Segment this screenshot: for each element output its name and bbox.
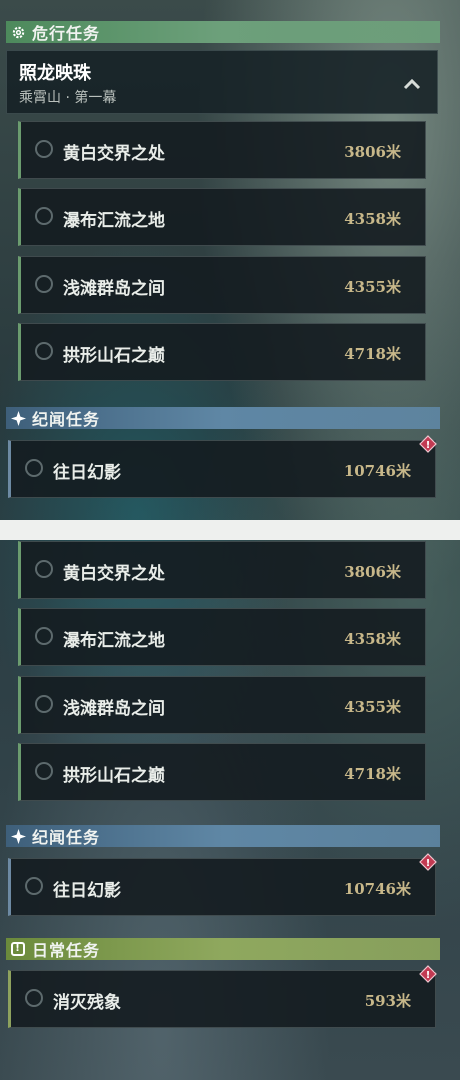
subtask-name: 黄白交界之处 xyxy=(63,564,165,584)
daily-task-row[interactable]: 消灭残象 593米 ! xyxy=(8,965,437,1028)
subtask-name: 黄白交界之处 xyxy=(63,144,165,164)
chevron-up-icon[interactable] xyxy=(403,75,421,94)
subtask-row[interactable]: 拱形山石之巅 4718米 xyxy=(18,323,426,381)
category-label: 危行任务 xyxy=(32,24,101,43)
subtask-row[interactable]: 黄白交界之处 3806米 xyxy=(18,121,426,179)
checkbox-circle[interactable] xyxy=(35,695,53,713)
svg-text:!: ! xyxy=(426,440,431,451)
category-label: 纪闻任务 xyxy=(32,410,101,429)
subtask-distance: 4355米 xyxy=(344,278,401,296)
task-name: 往日幻影 xyxy=(53,463,121,483)
category-label: 日常任务 xyxy=(32,941,101,960)
checkbox-circle[interactable] xyxy=(35,275,53,293)
subtask-distance: 4718米 xyxy=(344,765,401,783)
subtask-name: 浅滩群岛之间 xyxy=(63,699,165,719)
subtask-row[interactable]: 浅滩群岛之间 4355米 xyxy=(18,256,426,314)
checkbox-circle[interactable] xyxy=(35,342,53,360)
subtask-name: 拱形山石之巅 xyxy=(63,766,165,786)
main-quest-card[interactable]: 照龙映珠 乘霄山 · 第一幕 xyxy=(6,50,438,114)
category-header-legend[interactable]: 纪闻任务 xyxy=(6,825,440,847)
checkbox-circle[interactable] xyxy=(25,459,43,477)
screenshot-divider xyxy=(0,520,460,540)
subtask-distance: 3806米 xyxy=(344,143,401,161)
subtask-name: 瀑布汇流之地 xyxy=(63,631,165,651)
subtask-distance: 4718米 xyxy=(344,345,401,363)
task-name: 往日幻影 xyxy=(53,881,121,901)
category-header-danger[interactable]: 危行任务 xyxy=(6,21,440,43)
svg-text:!: ! xyxy=(426,858,431,869)
category-label: 纪闻任务 xyxy=(32,828,101,847)
main-quest-subtitle: 乘霄山 · 第一幕 xyxy=(19,90,117,106)
subtask-row[interactable]: 浅滩群岛之间 4355米 xyxy=(18,676,426,734)
alert-badge-icon: ! xyxy=(419,853,437,871)
alert-badge-icon: ! xyxy=(419,435,437,453)
checkbox-circle[interactable] xyxy=(35,560,53,578)
alert-badge-icon: ! xyxy=(419,965,437,983)
svg-text:!: ! xyxy=(426,970,431,981)
subtask-name: 瀑布汇流之地 xyxy=(63,211,165,231)
subtask-row[interactable]: 瀑布汇流之地 4358米 xyxy=(18,608,426,666)
main-quest-title: 照龙映珠 xyxy=(19,63,91,84)
sparkle-icon xyxy=(10,828,26,844)
task-distance: 10746米 xyxy=(343,462,411,480)
checkbox-circle[interactable] xyxy=(35,140,53,158)
legend-task-row[interactable]: 往日幻影 10746米 ! xyxy=(8,853,437,916)
subtask-name: 拱形山石之巅 xyxy=(63,346,165,366)
quest-tracker-bottom: 黄白交界之处 3806米 瀑布汇流之地 4358米 浅滩群岛之间 4355米 拱… xyxy=(0,540,440,1080)
legend-task-row[interactable]: 往日幻影 10746米 ! xyxy=(8,435,437,498)
quest-tracker-top: 危行任务 照龙映珠 乘霄山 · 第一幕 黄白交界之处 3806米 瀑布汇流之地 … xyxy=(0,0,440,520)
checkbox-circle[interactable] xyxy=(35,762,53,780)
subtask-distance: 4358米 xyxy=(344,210,401,228)
subtask-distance: 4355米 xyxy=(344,698,401,716)
checkbox-circle[interactable] xyxy=(25,989,43,1007)
checkbox-circle[interactable] xyxy=(35,207,53,225)
subtask-row[interactable]: 黄白交界之处 3806米 xyxy=(18,541,426,599)
subtask-row[interactable]: 瀑布汇流之地 4358米 xyxy=(18,188,426,246)
exclamation-box-icon: ! xyxy=(10,941,26,957)
task-distance: 593米 xyxy=(364,992,411,1010)
subtask-name: 浅滩群岛之间 xyxy=(63,279,165,299)
subtask-row[interactable]: 拱形山石之巅 4718米 xyxy=(18,743,426,801)
checkbox-circle[interactable] xyxy=(35,627,53,645)
gear-icon xyxy=(10,24,26,40)
sparkle-icon xyxy=(10,410,26,426)
category-header-legend[interactable]: 纪闻任务 xyxy=(6,407,440,429)
subtask-distance: 4358米 xyxy=(344,630,401,648)
subtask-distance: 3806米 xyxy=(344,563,401,581)
category-header-daily[interactable]: ! 日常任务 xyxy=(6,938,440,960)
task-distance: 10746米 xyxy=(343,880,411,898)
checkbox-circle[interactable] xyxy=(25,877,43,895)
task-name: 消灭残象 xyxy=(53,993,121,1013)
